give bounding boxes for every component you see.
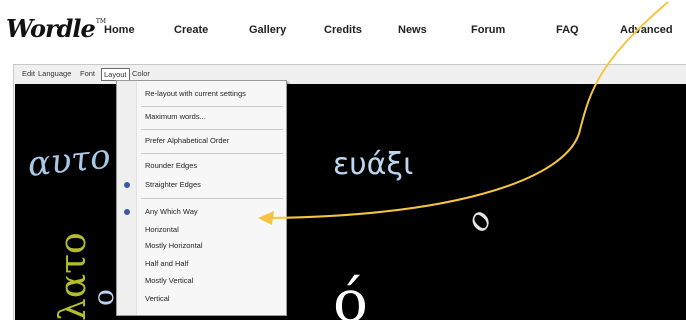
wordle-logo[interactable]: WordleTM (6, 14, 106, 43)
cloud-word-6: ó (333, 267, 368, 320)
top-navigation: WordleTM Home Create Gallery Credits New… (0, 0, 686, 62)
menu-separator (141, 129, 283, 130)
selected-radio-icon (124, 182, 130, 188)
menu-item-rounder-edges[interactable]: Rounder Edges (145, 160, 197, 172)
menu-item-alphabetical[interactable]: Prefer Alphabetical Order (145, 135, 229, 147)
applet-menubar: Edit Language Font Layout Color (14, 65, 686, 84)
cloud-word-1: αυτο (26, 137, 113, 185)
menu-item-vertical[interactable]: Vertical (145, 293, 170, 305)
nav-faq[interactable]: FAQ (556, 24, 579, 36)
layout-menu-dropdown: Re-layout with current settings Maximum … (116, 80, 287, 316)
nav-credits[interactable]: Credits (324, 24, 362, 36)
menu-separator (141, 198, 283, 199)
menu-item-relayout[interactable]: Re-layout with current settings (145, 88, 246, 100)
menu-icon-gutter (117, 81, 137, 315)
menu-item-any-which-way[interactable]: Any Which Way (145, 206, 198, 218)
cloud-word-5: ο (457, 202, 500, 238)
nav-news[interactable]: News (398, 24, 427, 36)
menu-item-max-words[interactable]: Maximum words... (145, 111, 206, 123)
nav-home[interactable]: Home (104, 24, 135, 36)
menu-edit[interactable]: Edit (20, 68, 37, 81)
nav-create[interactable]: Create (174, 24, 208, 36)
menu-separator (141, 153, 283, 154)
menu-font[interactable]: Font (78, 68, 97, 81)
menu-language[interactable]: Language (36, 68, 73, 81)
selected-radio-icon (124, 209, 130, 215)
menu-item-straighter-edges[interactable]: Straighter Edges (145, 179, 201, 191)
cloud-word-4: ευάξι (333, 147, 413, 182)
menu-item-half-and-half[interactable]: Half and Half (145, 258, 188, 270)
wordle-applet: Edit Language Font Layout Color αυτο λατ… (13, 64, 686, 320)
nav-advanced[interactable]: Advanced (620, 24, 673, 36)
menu-separator (141, 106, 283, 107)
nav-gallery[interactable]: Gallery (249, 24, 286, 36)
menu-item-horizontal[interactable]: Horizontal (145, 224, 179, 236)
menu-item-mostly-horizontal[interactable]: Mostly Horizontal (145, 240, 203, 252)
menu-item-mostly-vertical[interactable]: Mostly Vertical (145, 275, 193, 287)
nav-forum[interactable]: Forum (471, 24, 505, 36)
